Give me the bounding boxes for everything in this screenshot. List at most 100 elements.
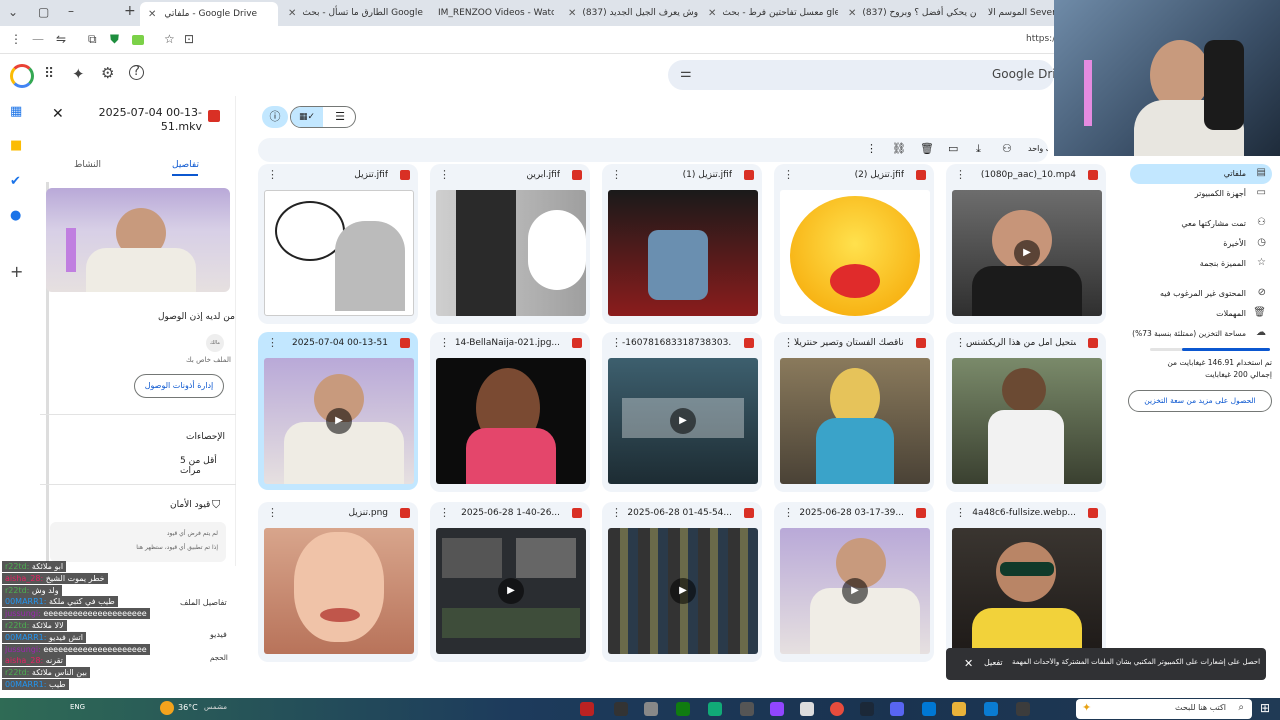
nav-trash[interactable]: المهملات 🗑 — [1130, 304, 1272, 324]
settings-gear-icon[interactable]: ⚙ — [101, 64, 114, 82]
apps-grid-icon[interactable]: ⠿ — [44, 66, 54, 82]
more-actions-icon[interactable]: ⋮ — [866, 142, 877, 155]
close-tab-icon[interactable]: ✕ — [848, 8, 856, 19]
file-card[interactable]: ⋮ ابرين.jfif — [430, 164, 590, 324]
app-icon[interactable] — [770, 702, 784, 716]
more-options-icon[interactable]: ⋮ — [955, 506, 966, 519]
calendar-icon[interactable]: ▦ — [10, 104, 22, 119]
get-storage-button[interactable]: الحصول على مزيد من سعة التخزين — [1128, 390, 1272, 412]
close-toast-icon[interactable]: ✕ — [964, 657, 973, 670]
nav-computers[interactable]: أجهزة الكمبيوتر ▭ — [1130, 184, 1272, 204]
file-card[interactable]: ⋮ تنزيل.png — [258, 502, 418, 662]
file-card[interactable]: ⋮ مستحيل امل من هذا الريكشنس... — [946, 332, 1106, 492]
close-tab-icon[interactable]: ✕ — [568, 8, 576, 19]
file-card[interactable]: ⋮ 4a48c6-fullsize.webp... — [946, 502, 1106, 662]
copy-link-icon[interactable]: ⛓ — [892, 142, 906, 155]
file-card[interactable]: ⋮ تنزيل (2).jfif — [774, 164, 934, 324]
more-options-icon[interactable]: ⋮ — [439, 506, 450, 519]
more-options-icon[interactable]: ⋮ — [783, 506, 794, 519]
menu-dots-icon[interactable]: ⋮ — [10, 32, 22, 46]
keep-icon[interactable]: ■ — [10, 138, 22, 153]
taskbar-search-box[interactable]: اكتب هنا للبحث ⌕ ✦ — [1076, 699, 1252, 719]
more-options-icon[interactable]: ⋮ — [267, 506, 278, 519]
nav-shared[interactable]: تمت مشاركتها معي ⚇ — [1130, 214, 1272, 234]
close-tab-icon[interactable]: ✕ — [288, 8, 296, 19]
tab-google-search[interactable]: ✕ الطارق ما تسأل - بحث Google — [280, 3, 426, 23]
more-options-icon[interactable]: ⋮ — [783, 336, 794, 349]
file-card[interactable]: ⋮ 2025-06-28 1-40-26... ▶ — [430, 502, 590, 662]
file-card[interactable]: ⋮ 2025-06-28 03-17-39... ▶ — [774, 502, 934, 662]
share-person-icon[interactable]: ⚇ — [1002, 142, 1012, 155]
file-card[interactable]: ⋮ 2025-06-28 01-45-54... ▶ — [602, 502, 762, 662]
help-icon[interactable]: ? — [129, 65, 144, 80]
more-options-icon[interactable]: ⋮ — [611, 506, 622, 519]
manage-access-button[interactable]: إدارة أذونات الوصول — [134, 374, 224, 398]
shield-extension-icon[interactable]: ⛊ — [110, 32, 119, 47]
more-options-icon[interactable]: ⋮ — [611, 336, 622, 349]
file-card[interactable]: ⋮ (1080p_aac)_10.mp4 ▶ — [946, 164, 1106, 324]
file-card[interactable]: ⋮ -160781683318738303... ▶ — [602, 332, 762, 492]
file-card[interactable]: ⋮ 14-BellaNaija-021.jpg... — [430, 332, 590, 492]
outlook-app-icon[interactable] — [922, 702, 936, 716]
install-app-icon[interactable]: ⊡ — [184, 32, 194, 46]
tab-renzoo-videos[interactable]: IM_RENZOO Videos - Watch K — [430, 3, 554, 23]
obs-app-icon[interactable] — [800, 702, 814, 716]
task-view-icon[interactable] — [1016, 702, 1030, 716]
xbox-app-icon[interactable] — [676, 702, 690, 716]
add-addon-icon[interactable]: + — [10, 262, 23, 281]
more-options-icon[interactable]: ⋮ — [955, 336, 966, 349]
grid-view-button[interactable]: ▦✓ — [291, 107, 323, 127]
settings-app-icon[interactable] — [644, 702, 658, 716]
file-card[interactable]: ⋮ ناقصك الفستان وتصير حنتريلا... — [774, 332, 934, 492]
weather-temp[interactable]: 36°C — [178, 703, 198, 712]
file-card[interactable]: ⋮ تنزيل (1).jfif — [602, 164, 762, 324]
more-options-icon[interactable]: ⋮ — [783, 168, 794, 181]
minimize-icon[interactable]: – — [68, 4, 74, 18]
steam-app-icon[interactable] — [860, 702, 874, 716]
tab-youtube-1[interactable]: ✕ (837) وش يعرف الجيل الجديد ▶ — [560, 3, 698, 23]
app-icon[interactable] — [740, 702, 754, 716]
download-icon[interactable]: ⤓ — [976, 142, 981, 156]
more-options-icon[interactable]: ⋮ — [267, 168, 278, 181]
discord-app-icon[interactable] — [890, 702, 904, 716]
extensions-icon[interactable]: ⧉ — [88, 32, 97, 47]
contacts-icon[interactable]: ● — [10, 208, 21, 223]
sliders-icon[interactable]: ⇋ — [56, 32, 66, 46]
tab-season[interactable]: الموسم الا Sever — [980, 3, 1054, 23]
info-toggle-icon[interactable]: ⓘ — [262, 106, 288, 128]
more-options-icon[interactable]: ⋮ — [439, 336, 450, 349]
nav-spam[interactable]: المحتوى غير المرغوب فيه ⊘ — [1130, 284, 1272, 304]
minus-icon[interactable]: — — [32, 32, 44, 46]
file-card[interactable]: ⋮ تنزيل.jfif — [258, 164, 418, 324]
account-avatar[interactable] — [10, 64, 34, 88]
weather-sun-icon[interactable] — [160, 701, 174, 715]
edge-app-icon[interactable] — [984, 702, 998, 716]
more-options-icon[interactable]: ⋮ — [267, 336, 278, 349]
nav-recent[interactable]: الأخيرة ◷ — [1130, 234, 1272, 254]
app-icon[interactable] — [708, 702, 722, 716]
tab-search-icon[interactable]: ⌄ — [8, 5, 18, 19]
taskbar-language[interactable]: ENG — [70, 703, 85, 711]
list-view-button[interactable]: ☰ — [325, 107, 355, 127]
close-tab-icon[interactable]: ✕ — [708, 8, 716, 19]
app-icon[interactable] — [614, 702, 628, 716]
nav-my-drive[interactable]: ملفاتي ▤ — [1130, 164, 1272, 184]
close-details-icon[interactable]: ✕ — [52, 106, 64, 122]
close-tab-icon[interactable]: ✕ — [148, 9, 156, 20]
delete-icon[interactable]: 🗑 — [920, 142, 934, 155]
tab-details[interactable]: تفاصيل — [172, 160, 199, 170]
new-tab-icon[interactable]: + — [124, 3, 136, 19]
more-options-icon[interactable]: ⋮ — [611, 168, 622, 181]
windows-start-icon[interactable]: ⊞ — [1260, 701, 1270, 715]
tab-google-drive[interactable]: ✕ ملفاتي - Google Drive — [140, 2, 278, 26]
tasks-icon[interactable]: ✔ — [10, 174, 21, 189]
toast-action-button[interactable]: تفعيل — [984, 658, 1003, 667]
tab-activity[interactable]: النشاط — [74, 160, 101, 170]
more-options-icon[interactable]: ⋮ — [955, 168, 966, 181]
green-extension-icon[interactable] — [132, 35, 144, 45]
file-explorer-icon[interactable] — [952, 702, 966, 716]
chrome-app-icon[interactable] — [830, 702, 844, 716]
gemini-sparkle-icon[interactable]: ✦ — [72, 65, 85, 83]
search-options-icon[interactable]: ⚌ — [680, 66, 692, 81]
move-folder-icon[interactable]: ▭ — [948, 142, 958, 155]
